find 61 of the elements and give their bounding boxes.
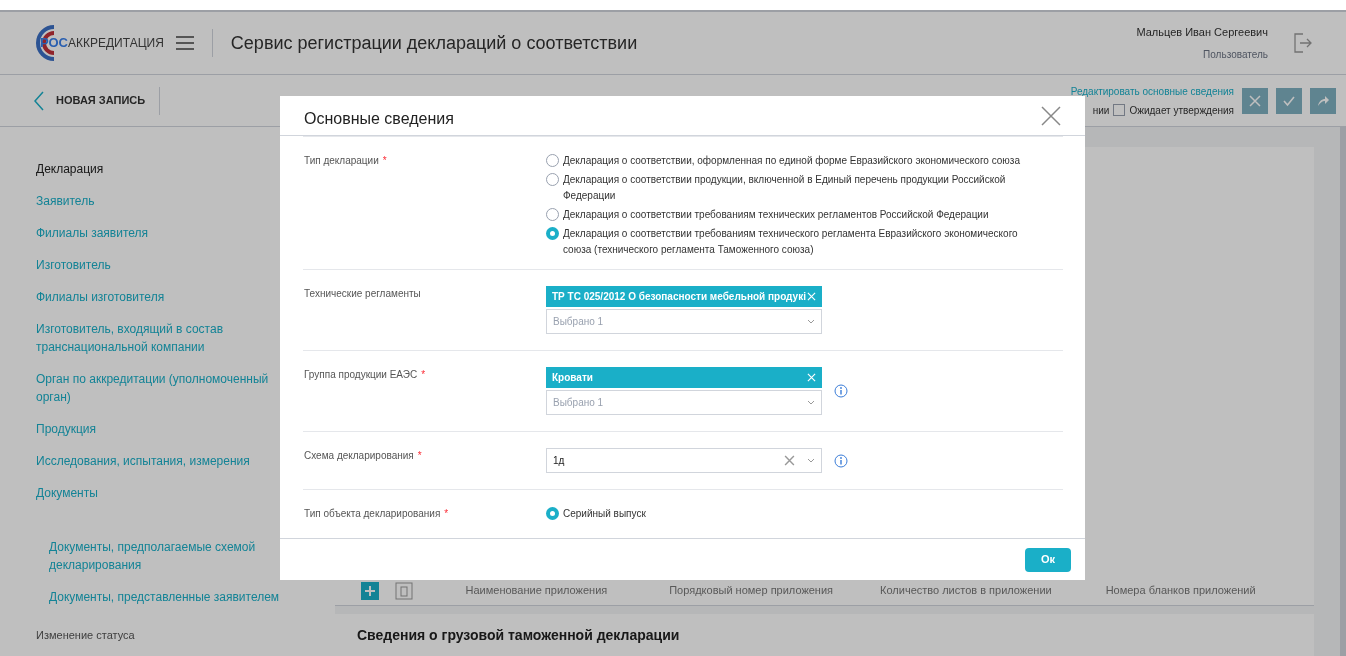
radio-label: Декларация о соответствии продукции, включенной в Единый перечень продукции Российской Федерации [563, 173, 1007, 204]
chevron-down-icon[interactable] [807, 319, 815, 325]
required-mark: * [417, 450, 422, 462]
user-name: Мальцев Иван Сергеевич [1136, 25, 1268, 41]
checkbox-label: Ожидает утверждения [1129, 103, 1234, 118]
user-role: Пользователь [1203, 47, 1268, 62]
field-label: Технические регламенты [304, 288, 421, 300]
field-label: Тип объекта декларирования [304, 508, 441, 520]
section-label: Изменение статуса [36, 628, 136, 643]
field-label: Тип декларации [304, 155, 379, 167]
cancel-button[interactable] [1242, 87, 1268, 114]
radio-label: Декларация о соответствии, оформленная по единой форме Евразийского экономического союза [563, 154, 1020, 169]
chevron-down-icon[interactable] [807, 400, 815, 406]
section-title: Сведения о грузовой таможенной декларации [357, 625, 680, 645]
column-header: Наименование приложения [464, 583, 609, 599]
required-mark: * [444, 508, 449, 520]
radio-button[interactable] [546, 154, 559, 168]
radio-selected[interactable] [546, 507, 559, 521]
info-icon[interactable] [834, 453, 848, 468]
remove-icon[interactable] [807, 292, 816, 302]
add-button[interactable] [361, 581, 379, 600]
radio-button[interactable] [546, 208, 559, 222]
chevron-down-icon[interactable] [807, 458, 815, 464]
multiselect-field[interactable]: Выбрано 1 [546, 390, 822, 416]
selected-tag: ТР ТС 025/2012 О безопасности мебельной продукі [546, 286, 822, 308]
field-label: Схема декларирования [304, 450, 414, 462]
column-header: Порядковый номер приложения [668, 583, 835, 599]
radio-button[interactable] [546, 173, 559, 187]
plus-icon [365, 585, 375, 596]
field-label: Группа продукции ЕАЭС [304, 369, 418, 381]
logout-icon[interactable] [1294, 33, 1312, 53]
trash-icon[interactable] [395, 581, 413, 600]
close-button[interactable] [1041, 105, 1061, 126]
remove-icon[interactable] [807, 373, 816, 383]
check-icon [1283, 94, 1295, 107]
column-header: Номера бланков приложений [1104, 583, 1257, 599]
checkbox[interactable] [1113, 104, 1126, 116]
info-icon[interactable] [834, 384, 848, 399]
required-mark: * [421, 369, 426, 381]
forward-button[interactable] [1310, 87, 1336, 114]
radio-label: Декларация о соответствии требованиям технического регламента Евразийского экономического союза (технического регламента Таможенного союза) [563, 227, 1019, 258]
multiselect-field[interactable]: Выбрано 1 [546, 309, 822, 335]
radio-label: Серийный выпуск [563, 507, 646, 522]
status-text: нии [1092, 103, 1110, 118]
modal-title: Основные сведения [304, 108, 454, 129]
ok-button[interactable]: Ок [1025, 547, 1071, 572]
sidebar-subitem[interactable]: Документы, представленные заявителем [49, 581, 299, 613]
close-icon [1249, 94, 1261, 107]
share-arrow-icon [1317, 94, 1329, 107]
confirm-button[interactable] [1276, 87, 1302, 114]
select-field[interactable]: 1д [546, 448, 822, 474]
column-header: Количество листов в приложении [879, 583, 1053, 599]
menu-icon[interactable] [175, 36, 194, 50]
back-button[interactable]: НОВАЯ ЗАПИСЬ [34, 86, 161, 115]
required-mark: * [382, 155, 387, 167]
radio-selected[interactable] [546, 227, 559, 241]
selected-tag: Кровати [546, 367, 822, 389]
app-title: Сервис регистрации деклараций о соответствии [230, 31, 638, 55]
clear-icon[interactable] [784, 455, 795, 467]
radio-label: Декларация о соответствии требованиям технических регламентов Российской Федерации [563, 208, 989, 223]
edit-link[interactable]: Редактировать основные сведения [1070, 83, 1234, 99]
